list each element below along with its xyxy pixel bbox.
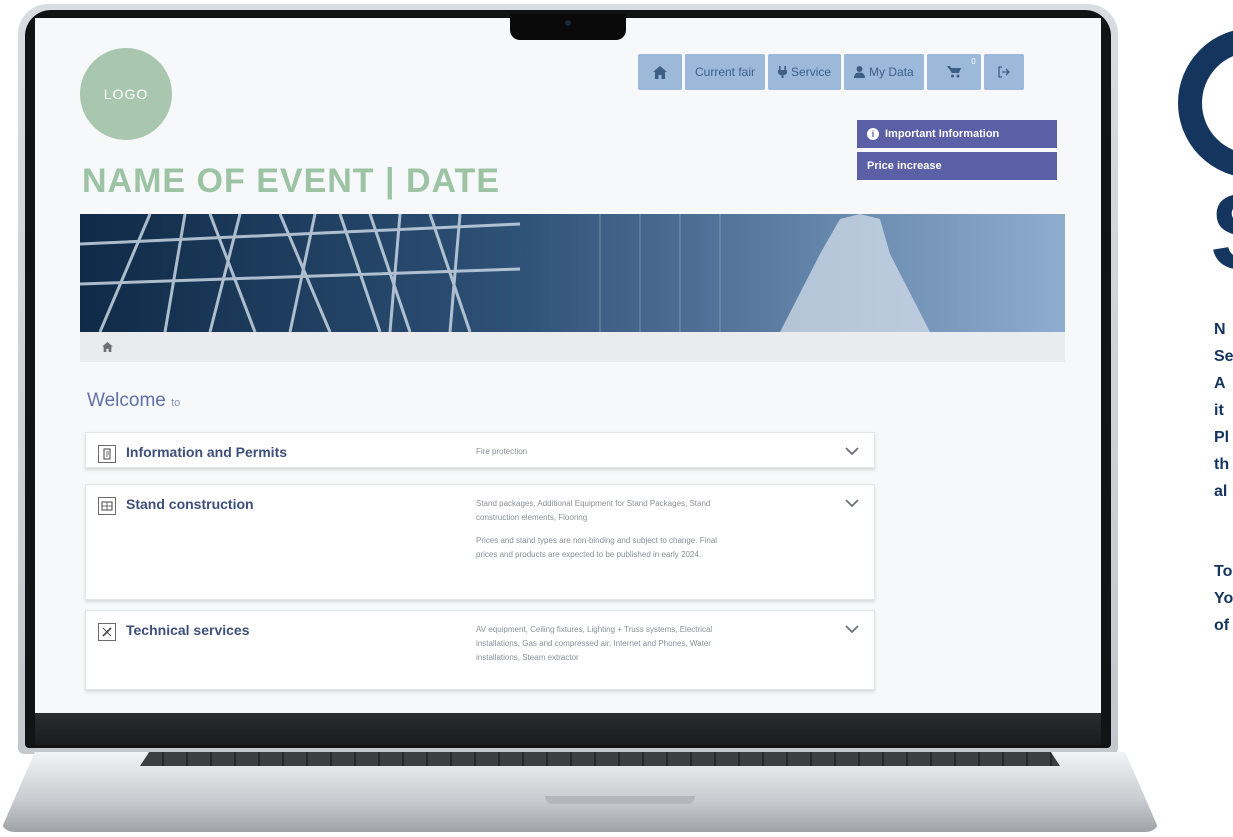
accordion-stand-construction[interactable]: Stand construction Stand packages, Addit… [85,484,875,600]
event-title: NAME OF EVENT | DATE [82,162,501,200]
chevron-down-icon[interactable] [844,497,860,509]
price-increase-button[interactable]: Price increase [857,152,1057,180]
stand-icon [98,497,116,515]
section-description-text: Prices and stand types are non-binding a… [476,536,718,559]
banner-architecture-graphic [80,214,930,332]
nav-cart-button[interactable]: 0 [926,54,981,90]
side-line: of [1214,617,1230,634]
chevron-down-icon[interactable] [844,445,860,457]
nav-home-button[interactable] [638,54,682,90]
price-increase-label: Price increase [867,160,942,172]
side-line: Se [1214,348,1233,365]
hero-banner-image [80,214,1065,332]
laptop-base-notch [545,796,695,804]
welcome-heading: Welcome to [87,390,180,412]
logout-icon [998,66,1010,78]
section-description-text: AV equipment, Ceiling fixtures, Lighting… [476,625,713,662]
nav-my-data-label: My Data [869,65,914,79]
nav-service-label: Service [791,65,832,79]
nav-service-button[interactable]: Service [768,54,842,90]
top-navigation: Current fair Service My Data 0 [638,54,1024,90]
section-description: Stand packages, Additional Equipment for… [476,497,726,571]
logo-text: LOGO [103,86,149,102]
cart-count-badge: 0 [971,57,976,66]
side-line: To [1214,563,1233,580]
side-line: it [1214,402,1224,419]
section-description: AV equipment, Ceiling fixtures, Lighting… [476,623,726,674]
plug-icon [778,66,788,78]
important-information-label: Important Information [885,128,1000,140]
camera-notch [510,14,626,40]
section-description: Fire protection [476,445,726,468]
welcome-suffix: to [171,397,181,409]
laptop-chin [35,713,1101,745]
nav-my-data-button[interactable]: My Data [844,54,924,90]
nav-current-fair-button[interactable]: Current fair [685,54,766,90]
section-title: Technical services [126,622,250,638]
welcome-text: Welcome [87,390,166,411]
section-description-text: Fire protection [476,447,528,456]
tools-icon [98,623,116,641]
nav-logout-button[interactable] [983,54,1024,90]
side-line: Yo [1214,590,1233,607]
side-line: al [1214,483,1228,500]
side-line: Pl [1214,429,1230,446]
side-text-block-1: N Se A it Pl th al [1214,316,1233,505]
side-text-block-2: To Yo of [1214,558,1233,639]
important-information-button[interactable]: i Important Information [857,120,1057,148]
user-icon [854,66,866,78]
section-title: Information and Permits [126,444,288,460]
info-icon: i [867,128,879,140]
side-line: th [1214,456,1230,473]
accordion-technical-services[interactable]: Technical services AV equipment, Ceiling… [85,610,875,690]
accordion-information-and-permits[interactable]: Information and Permits Fire protection [85,432,875,468]
side-line: A [1214,375,1226,392]
laptop-keyboard-edge [140,752,1060,766]
section-description-text: Stand packages, Additional Equipment for… [476,499,711,522]
screen: LOGO NAME OF EVENT | DATE Current fair S… [35,18,1101,713]
side-line: N [1214,321,1226,338]
cart-icon [946,66,961,78]
home-icon[interactable] [102,342,113,352]
side-decorative-o [1178,28,1233,178]
side-decorative-s: S [1210,178,1233,286]
nav-current-fair-label: Current fair [695,65,756,79]
breadcrumb [80,332,1065,362]
logo[interactable]: LOGO [80,48,172,140]
document-icon [98,445,116,463]
section-title: Stand construction [126,496,254,512]
chevron-down-icon[interactable] [844,623,860,635]
camera-icon [565,20,571,26]
home-icon [653,65,667,79]
